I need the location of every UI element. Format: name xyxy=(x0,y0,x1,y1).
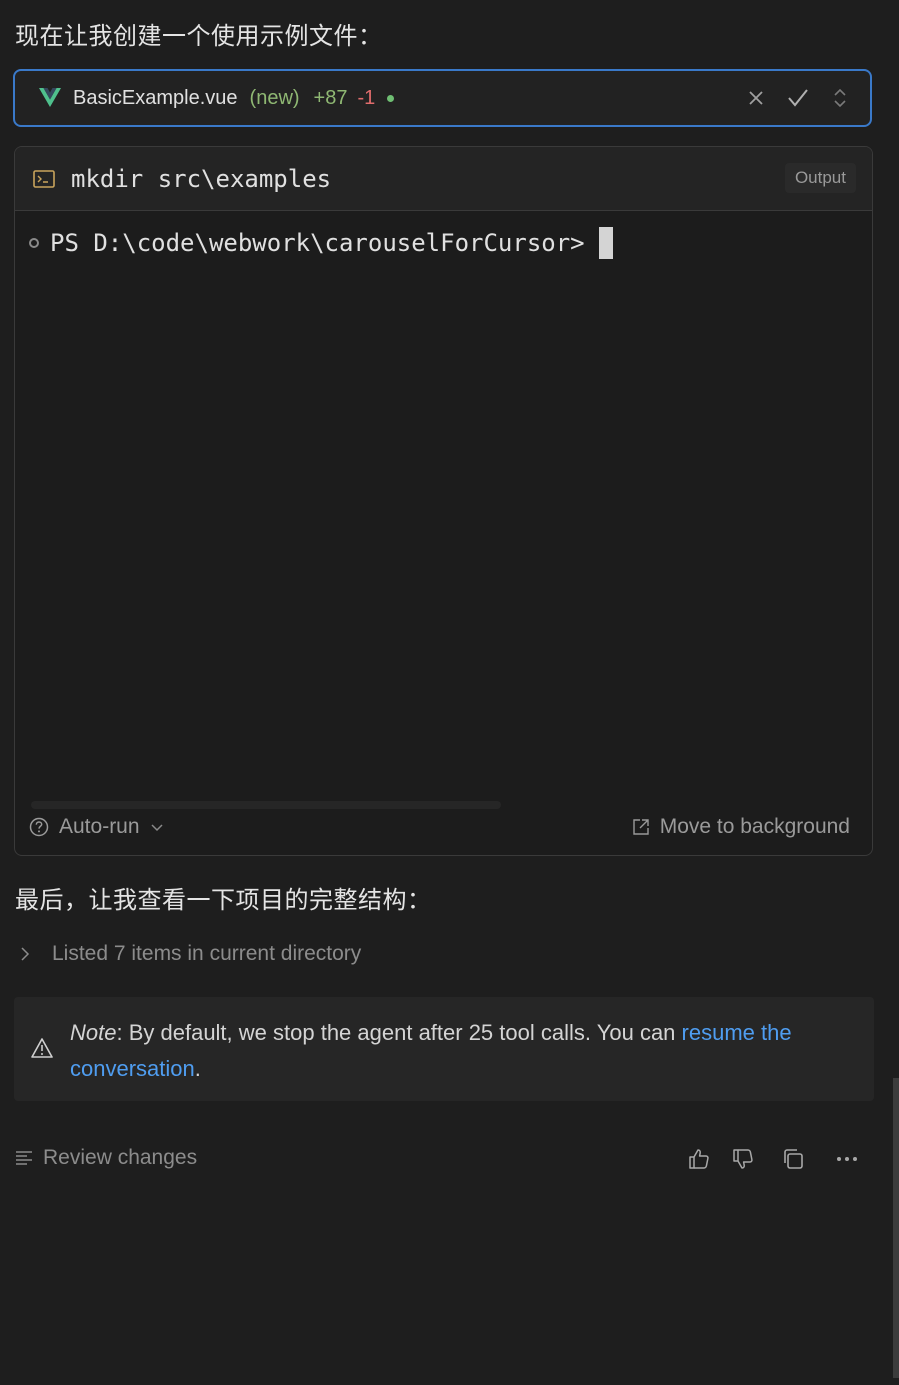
like-button[interactable] xyxy=(686,1146,712,1172)
terminal-footer: Auto-run Move to background xyxy=(15,799,872,855)
tool-call-limit-note: Note: By default, we stop the agent afte… xyxy=(14,997,874,1101)
list-icon xyxy=(16,1151,32,1165)
terminal-output[interactable]: PS D:\code\webwork\carouselForCursor> xyxy=(15,211,872,791)
more-icon xyxy=(837,1157,857,1161)
output-button[interactable]: Output xyxy=(784,163,856,193)
auto-run-label: Auto-run xyxy=(59,815,140,838)
move-to-background-button[interactable]: Move to background xyxy=(632,815,850,839)
note-label: Note xyxy=(70,1020,117,1045)
page-scrollbar[interactable] xyxy=(893,1078,899,1378)
assistant-message-view-structure: 最后，让我查看一下项目的完整结构： xyxy=(15,887,432,914)
move-to-background-label: Move to background xyxy=(659,815,850,838)
thumbs-up-icon xyxy=(689,1149,709,1169)
chevron-right-icon xyxy=(21,947,30,961)
accept-button[interactable] xyxy=(786,86,810,110)
assistant-message-create-example: 现在让我创建一个使用示例文件： xyxy=(15,23,383,50)
terminal-command: mkdir src\examples xyxy=(71,164,332,193)
auto-run-dropdown[interactable]: Auto-run xyxy=(29,815,164,839)
check-icon xyxy=(788,89,808,107)
prompt-line: PS D:\code\webwork\carouselForCursor> xyxy=(29,227,613,259)
chevron-down-icon xyxy=(151,824,163,832)
prompt-text: PS D:\code\webwork\carouselForCursor> xyxy=(50,229,585,257)
close-icon xyxy=(749,91,763,105)
warning-icon xyxy=(31,1038,53,1058)
file-name[interactable]: BasicExample.vue xyxy=(73,87,238,110)
note-text: Note: By default, we stop the agent afte… xyxy=(70,1015,860,1087)
terminal-panel: mkdir src\examples Output PS D:\code\web… xyxy=(14,146,873,856)
review-changes-label: Review changes xyxy=(43,1146,198,1169)
thumbs-down-icon xyxy=(733,1149,753,1169)
chevron-updown-icon xyxy=(834,88,846,108)
prompt-indicator xyxy=(29,238,39,248)
listed-items-label: Listed 7 items in current directory xyxy=(52,942,362,965)
review-changes-button[interactable]: Review changes xyxy=(15,1146,197,1170)
copy-icon xyxy=(784,1149,803,1169)
unsaved-dot xyxy=(387,94,395,102)
file-change-card[interactable]: BasicExample.vue (new) +87 -1 xyxy=(13,69,872,127)
reject-button[interactable] xyxy=(744,86,768,110)
question-circle-icon xyxy=(29,817,49,837)
expand-toggle[interactable] xyxy=(828,86,852,110)
file-actions xyxy=(726,86,852,110)
more-button[interactable] xyxy=(834,1146,860,1172)
terminal-header: mkdir src\examples Output xyxy=(15,147,872,211)
external-link-icon xyxy=(633,819,649,835)
file-status: (new) xyxy=(249,86,300,109)
vue-icon xyxy=(39,88,61,107)
feedback-actions xyxy=(686,1146,860,1172)
dislike-button[interactable] xyxy=(730,1146,756,1172)
additions-count: +87 xyxy=(313,86,348,109)
copy-button[interactable] xyxy=(780,1146,806,1172)
listed-items-row[interactable]: Listed 7 items in current directory xyxy=(18,942,361,966)
terminal-cursor xyxy=(598,227,613,259)
terminal-icon xyxy=(33,169,55,188)
note-end: . xyxy=(194,1056,201,1081)
note-body: : By default, we stop the agent after 25… xyxy=(116,1020,682,1045)
deletions-count: -1 xyxy=(357,86,376,109)
